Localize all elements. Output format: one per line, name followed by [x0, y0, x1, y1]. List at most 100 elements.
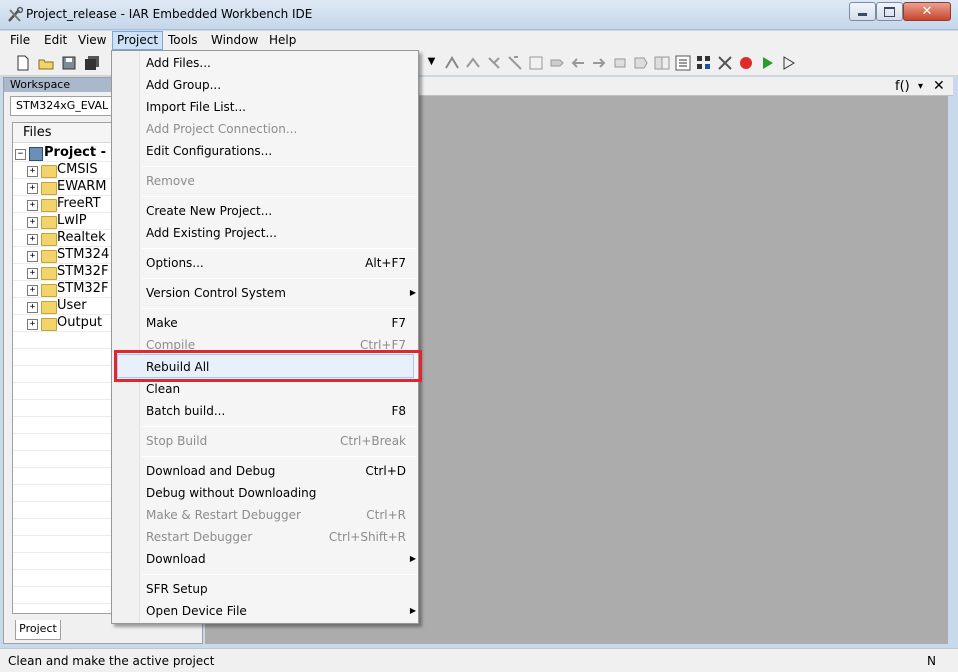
go-to-icon[interactable] — [548, 54, 566, 72]
menu-separator — [142, 456, 417, 457]
menu-item-add-project-connection: Add Project Connection... — [146, 118, 406, 140]
menu-item-options[interactable]: Options... Alt+F7 — [146, 252, 406, 274]
menu-item-edit-configurations[interactable]: Edit Configurations... — [146, 140, 406, 162]
function-navigator[interactable]: f() — [895, 79, 910, 94]
remove-breakpoints-icon[interactable] — [716, 54, 734, 72]
menu-separator — [142, 308, 417, 309]
iar-icon — [8, 6, 24, 22]
expand-icon[interactable]: + — [27, 285, 38, 296]
prev-bookmark-icon[interactable] — [485, 54, 503, 72]
menu-item-label: Add Existing Project... — [146, 226, 277, 240]
menu-file[interactable]: File — [6, 31, 34, 50]
download-debug-icon[interactable] — [758, 54, 776, 72]
chevron-down-icon[interactable]: ▾ — [918, 81, 923, 92]
menu-item-download-and-debug[interactable]: Download and Debug Ctrl+D — [146, 460, 406, 482]
menu-item-shortcut: Ctrl+Shift+R — [328, 530, 406, 544]
make-icon[interactable] — [632, 54, 650, 72]
expand-icon[interactable]: + — [27, 234, 38, 245]
menu-item-batch-build[interactable]: Batch build... F8 — [146, 400, 406, 422]
menu-window[interactable]: Window — [207, 31, 262, 50]
menu-separator — [142, 574, 417, 575]
folder-icon — [41, 267, 57, 280]
folder-icon — [41, 318, 57, 331]
menu-item-label: Version Control System — [146, 286, 286, 300]
save-icon[interactable] — [60, 54, 78, 72]
toolbar-dropdown-arrow[interactable]: ▼ — [424, 52, 439, 72]
expand-icon[interactable]: + — [27, 302, 38, 313]
compile-icon[interactable] — [611, 54, 629, 72]
toggle-breakpoint-icon[interactable] — [674, 54, 692, 72]
menu-item-make[interactable]: Make F7 — [146, 312, 406, 334]
folder-icon — [41, 165, 57, 178]
menu-item-add-existing-project[interactable]: Add Existing Project... — [146, 222, 406, 244]
menu-item-create-new-project[interactable]: Create New Project... — [146, 200, 406, 222]
toggle-bookmark-icon[interactable] — [443, 54, 461, 72]
new-file-icon[interactable] — [14, 54, 32, 72]
menu-edit[interactable]: Edit — [40, 31, 71, 50]
stop-build-icon[interactable] — [653, 54, 671, 72]
maximize-button[interactable] — [876, 2, 903, 21]
save-all-icon[interactable] — [83, 54, 101, 72]
menu-project[interactable]: Project — [112, 31, 164, 50]
expand-icon[interactable]: + — [27, 319, 38, 330]
menu-item-download[interactable]: Download ▶ — [146, 548, 416, 570]
expand-icon[interactable]: + — [27, 268, 38, 279]
minimize-button[interactable] — [849, 2, 876, 21]
menu-separator — [142, 166, 417, 167]
group-label: STM324 — [57, 247, 110, 262]
expand-icon[interactable]: + — [27, 251, 38, 262]
menu-item-label: Add Project Connection... — [146, 122, 298, 136]
menu-bar: File Edit View Project Tools Window Help — [0, 31, 958, 50]
menu-item-add-group[interactable]: Add Group... — [146, 74, 406, 96]
status-indicator: N — [927, 654, 936, 668]
menu-item-label: SFR Setup — [146, 582, 208, 596]
collapse-icon[interactable]: − — [15, 149, 26, 160]
group-label: STM32F — [57, 281, 109, 296]
group-label: Output — [57, 315, 103, 330]
open-folder-icon[interactable] — [37, 54, 55, 72]
menu-item-add-files[interactable]: Add Files... — [146, 52, 406, 74]
menu-item-open-device-file[interactable]: Open Device File ▶ — [146, 600, 416, 622]
group-label: EWARM — [57, 179, 107, 194]
project-root-label: Project - — [44, 145, 106, 160]
expand-icon[interactable]: + — [27, 217, 38, 228]
folder-icon — [41, 284, 57, 297]
maximize-icon — [884, 6, 895, 17]
menu-item-label: Import File List... — [146, 100, 246, 114]
status-bar: Clean and make the active project N — [0, 648, 958, 672]
window-title: Project_release - IAR Embedded Workbench… — [26, 7, 313, 21]
next-bookmark-icon[interactable] — [464, 54, 482, 72]
group-label: Realtek — [57, 230, 106, 245]
expand-icon[interactable]: + — [27, 183, 38, 194]
menu-item-label: Restart Debugger — [146, 530, 253, 544]
menu-item-label: Batch build... — [146, 404, 226, 418]
menu-item-version-control-system[interactable]: Version Control System ▶ — [146, 282, 416, 304]
group-label: CMSIS — [57, 162, 98, 177]
tab-project[interactable]: Project — [15, 620, 61, 640]
menu-item-label: Add Files... — [146, 56, 211, 70]
menu-item-debug-without-downloading[interactable]: Debug without Downloading — [146, 482, 406, 504]
menu-view[interactable]: View — [74, 31, 110, 50]
menu-gutter — [112, 51, 140, 623]
expand-icon[interactable]: + — [27, 200, 38, 211]
menu-item-sfr-setup[interactable]: SFR Setup — [146, 578, 406, 600]
find-in-files-icon[interactable] — [527, 54, 545, 72]
menu-item-label: Download — [146, 552, 206, 566]
debug-no-download-icon[interactable] — [779, 54, 797, 72]
close-editor-icon[interactable]: ✕ — [933, 78, 945, 94]
menu-item-shortcut: Alt+F7 — [365, 256, 406, 270]
folder-icon — [41, 199, 57, 212]
forward-icon[interactable] — [590, 54, 608, 72]
menu-help[interactable]: Help — [265, 31, 300, 50]
close-button[interactable]: ✕ — [903, 2, 951, 21]
breakpoint-icon[interactable] — [737, 54, 755, 72]
menu-item-import-file-list[interactable]: Import File List... — [146, 96, 406, 118]
folder-icon — [41, 301, 57, 314]
navigate-icon[interactable] — [506, 54, 524, 72]
menu-item-label: Make & Restart Debugger — [146, 508, 301, 522]
back-icon[interactable] — [569, 54, 587, 72]
menu-item-stop-build: Stop Build Ctrl+Break — [146, 430, 406, 452]
expand-icon[interactable]: + — [27, 166, 38, 177]
menu-tools[interactable]: Tools — [164, 31, 202, 50]
breakpoint-grid-icon[interactable] — [695, 54, 713, 72]
